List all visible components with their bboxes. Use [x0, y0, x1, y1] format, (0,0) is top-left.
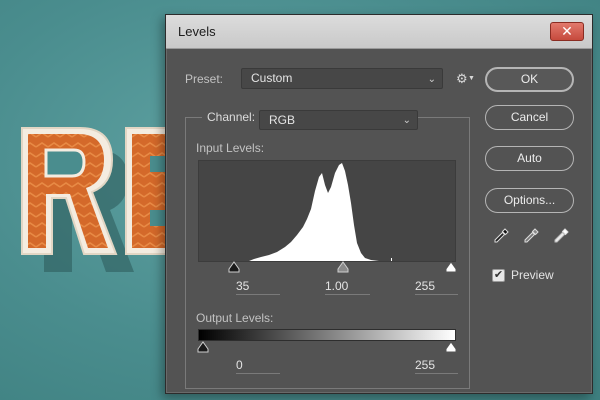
channel-label: Channel: — [202, 110, 261, 124]
input-gamma-value: 1.00 — [325, 279, 349, 293]
eyedropper-group — [490, 227, 570, 247]
channel-value: RGB — [269, 113, 296, 127]
output-white-slider[interactable] — [445, 341, 457, 353]
histogram-shape — [249, 163, 379, 261]
input-slider-track — [197, 261, 457, 275]
output-black-field[interactable]: 0 — [236, 356, 280, 374]
cancel-button[interactable]: Cancel — [485, 105, 574, 130]
input-white-value: 255 — [415, 279, 436, 293]
input-black-value: 35 — [236, 279, 250, 293]
gear-icon[interactable]: ⚙ — [456, 71, 468, 87]
canvas-artwork — [21, 127, 170, 272]
ok-button[interactable]: OK — [485, 67, 574, 92]
options-button[interactable]: Options... — [485, 188, 574, 213]
preset-select[interactable]: Custom ⌄ — [241, 68, 443, 89]
output-white-value: 255 — [415, 358, 436, 372]
dialog-title: Levels — [178, 24, 216, 39]
preset-label: Preset: — [185, 72, 224, 86]
output-black-slider[interactable] — [197, 341, 209, 353]
chevron-down-icon: ⌄ — [402, 115, 411, 126]
gray-point-eyedropper-icon[interactable] — [522, 227, 540, 245]
chevron-down-icon: ⌄ — [427, 74, 436, 85]
histogram-graph — [249, 163, 392, 261]
input-white-slider[interactable] — [445, 261, 457, 273]
output-levels-label: Output Levels: — [196, 311, 274, 325]
white-point-eyedropper-icon[interactable] — [552, 227, 570, 245]
input-black-field[interactable]: 35 — [236, 277, 280, 295]
input-white-field[interactable]: 255 — [415, 277, 458, 295]
title-bar[interactable]: Levels ✕ — [166, 15, 592, 49]
levels-dialog: Levels ✕ Preset: Custom ⌄ ⚙ ▼ OK Cancel … — [165, 14, 593, 394]
input-black-slider[interactable] — [228, 261, 240, 273]
input-gamma-field[interactable]: 1.00 — [325, 277, 370, 295]
close-icon: ✕ — [561, 23, 573, 39]
histogram — [198, 160, 456, 262]
output-slider-track — [197, 341, 457, 355]
caret-down-icon: ▼ — [468, 75, 475, 82]
black-point-eyedropper-icon[interactable] — [492, 227, 510, 245]
preset-value: Custom — [251, 71, 293, 85]
channel-select[interactable]: RGB ⌄ — [259, 110, 418, 130]
output-black-value: 0 — [236, 358, 243, 372]
auto-button[interactable]: Auto — [485, 146, 574, 171]
output-gradient-bar — [198, 329, 456, 341]
input-gamma-slider[interactable] — [337, 261, 349, 273]
output-white-field[interactable]: 255 — [415, 356, 458, 374]
close-button[interactable]: ✕ — [550, 22, 584, 41]
preview-label: Preview — [511, 268, 554, 282]
dialog-body: Preset: Custom ⌄ ⚙ ▼ OK Cancel Auto Opti… — [172, 49, 586, 389]
preview-checkbox[interactable]: ✔ — [492, 269, 505, 282]
input-levels-label: Input Levels: — [196, 141, 265, 155]
